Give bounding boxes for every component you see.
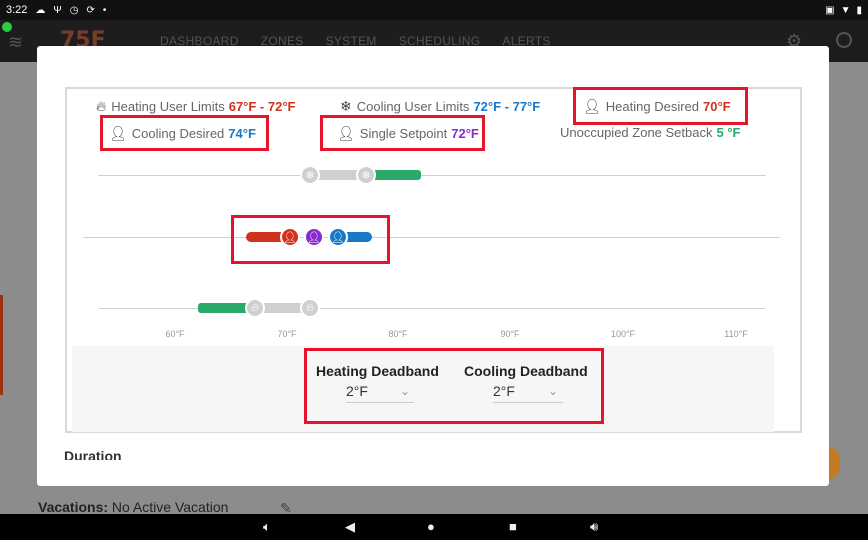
dot-icon: • [102, 4, 107, 16]
home-icon[interactable]: ● [427, 519, 435, 534]
heating-max-handle[interactable]: 🔥︎ [300, 298, 320, 318]
status-bar: 3:22 ☁ Ψ ◷ ⟳ • ▣ ▼ ▮ [0, 0, 868, 20]
axis-tick: 110°F [724, 329, 748, 339]
volume-down-icon[interactable]: 🔈︎ [263, 519, 271, 535]
highlight-single-setpoint [320, 115, 485, 151]
system-nav-bar: 🔈︎ ◀ ● ■ 🔊︎ [0, 514, 868, 540]
sync-icon: ⟳ [86, 4, 95, 16]
axis-tick: 90°F [500, 329, 520, 339]
axis-tick: 80°F [388, 329, 408, 339]
status-time: 3:22 [6, 4, 28, 16]
highlight-heating-desired [573, 87, 748, 125]
back-icon[interactable]: ◀ [345, 519, 355, 535]
vacations-row: Vacations: No Active Vacation [38, 499, 228, 515]
cooling-max-handle[interactable]: ❄ [356, 165, 376, 185]
status-dot [2, 22, 12, 32]
vacations-value: No Active Vacation [111, 499, 229, 515]
setback-value: 5 °F [716, 125, 741, 140]
setback-label: Unoccupied Zone Setback [560, 125, 713, 140]
heating-limits-label: Heating User Limits [111, 99, 225, 114]
highlight-cooling-desired [100, 115, 269, 151]
snowflake-icon: ❄ [340, 98, 352, 114]
heating-min-handle[interactable]: 🔥︎ [245, 298, 265, 318]
axis-tick: 70°F [277, 329, 297, 339]
duration-heading: Duration [64, 448, 122, 460]
highlight-deadbands [304, 348, 604, 424]
schedule-modal: 🔥︎ Heating User Limits 67°F - 72°F ❄ Coo… [37, 46, 829, 486]
axis-tick: 100°F [610, 329, 636, 339]
volume-up-icon[interactable]: 🔊︎ [590, 519, 598, 535]
cooling-limits-label: Cooling User Limits [356, 99, 470, 114]
flame-icon: 🔥︎ [96, 98, 107, 114]
heating-setback-bar [198, 303, 248, 313]
unoccupied-setback: Unoccupied Zone Setback 5 °F [560, 125, 740, 140]
vacations-label: Vacations: [38, 499, 109, 515]
recents-icon[interactable]: ■ [509, 519, 517, 534]
cooling-min-handle[interactable]: ❄ [300, 165, 320, 185]
cooling-user-limits: ❄ Cooling User Limits 72°F - 77°F [340, 98, 540, 115]
wifi-icon: ▼ [840, 4, 851, 16]
cooling-limits-value: 72°F - 77°F [473, 99, 541, 114]
cloud-icon: ☁ [35, 4, 46, 16]
notification-icon: ▣ [825, 4, 835, 16]
heating-limits-value: 67°F - 72°F [228, 99, 296, 114]
heating-user-limits: 🔥︎ Heating User Limits 67°F - 72°F [96, 98, 295, 115]
usb-icon: Ψ [53, 4, 62, 16]
battery-icon: ▮ [856, 4, 862, 16]
side-tab [0, 295, 3, 395]
clock-icon: ◷ [69, 4, 79, 16]
gauge-icon[interactable] [836, 32, 852, 48]
axis-tick: 60°F [165, 329, 185, 339]
cooling-setback-bar [373, 170, 421, 180]
cooling-slider-track [98, 175, 766, 176]
desired-slider-track [83, 237, 780, 238]
highlight-desired-slider [231, 215, 390, 264]
layers-icon[interactable]: ≋ [8, 32, 23, 53]
